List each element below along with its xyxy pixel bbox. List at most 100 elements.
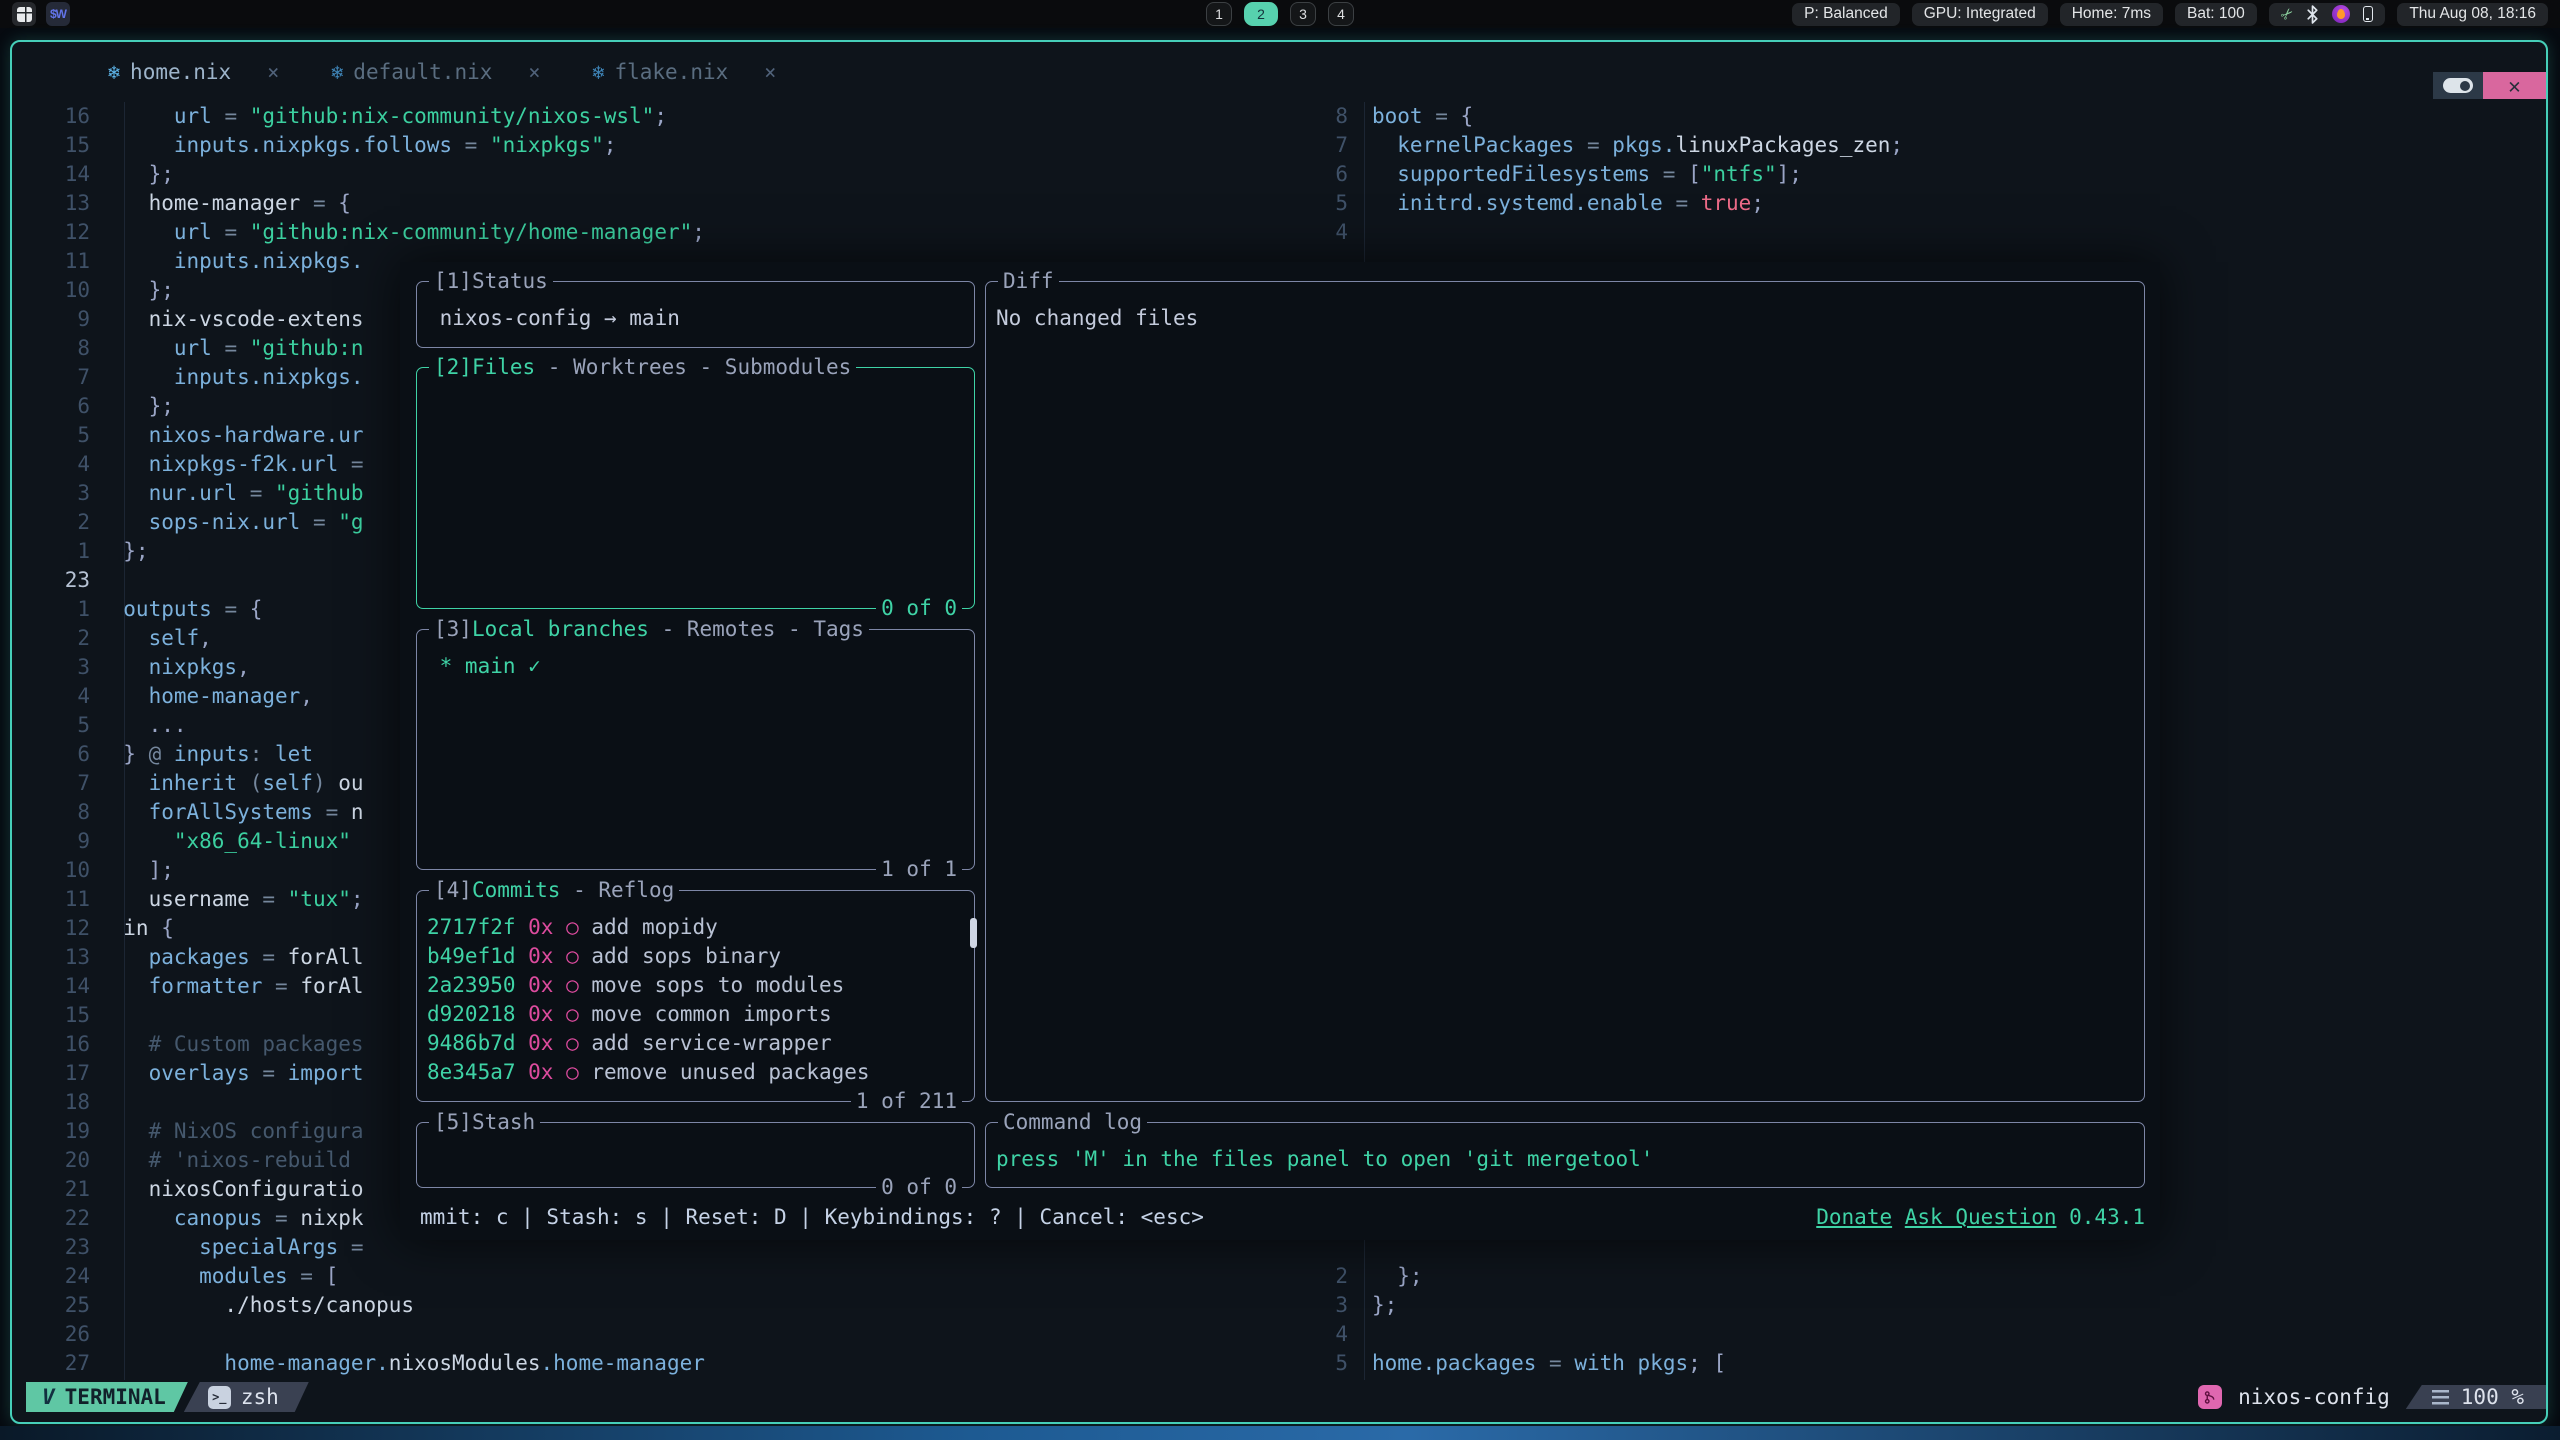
ask-question-link[interactable]: Ask Question — [1905, 1205, 2057, 1229]
code-text: home-manager, — [90, 682, 313, 711]
code-line[interactable]: 5 initrd.systemd.enable = true; — [1312, 189, 2544, 218]
code-line[interactable]: 5home.packages = with pkgs; [ — [1312, 1349, 2544, 1378]
panel-title: [3]Local branches - Remotes - Tags — [429, 615, 869, 644]
code-text: self, — [90, 624, 212, 653]
window-toggle[interactable] — [2433, 72, 2483, 99]
code-text — [1348, 1320, 1372, 1349]
workspace-button-4[interactable]: 4 — [1328, 2, 1354, 26]
line-number: 23 — [12, 566, 90, 595]
launcher-button[interactable] — [12, 2, 36, 26]
line-number: 16 — [12, 1030, 90, 1059]
code-line[interactable]: 15 inputs.nixpkgs.follows = "nixpkgs"; — [12, 131, 1310, 160]
lazygit-diff-panel[interactable]: Diff No changed files — [985, 281, 2145, 1102]
code-line[interactable]: 2 }; — [1312, 1262, 2544, 1291]
code-line[interactable]: 25 ./hosts/canopus — [12, 1291, 1310, 1320]
tab-label: default.nix — [353, 60, 492, 84]
commit-row[interactable]: 8e345a7 0x ○ remove unused packages — [417, 1058, 974, 1087]
line-number: 15 — [12, 1001, 90, 1030]
window-close-button[interactable]: ✕ — [2483, 72, 2546, 99]
tab-default.nix[interactable]: ❄default.nix× — [305, 60, 566, 84]
lazygit-stash-panel[interactable]: [5]Stash 0 of 0 — [416, 1122, 975, 1188]
code-line[interactable]: 6 supportedFilesystems = ["ntfs"]; — [1312, 160, 2544, 189]
code-text: nixos-hardware.ur — [90, 421, 364, 450]
line-number: 6 — [12, 740, 90, 769]
code-text: nix-vscode-extens — [90, 305, 364, 334]
workspace-button-3[interactable]: 3 — [1290, 2, 1316, 26]
code-text: in { — [90, 914, 174, 943]
code-line[interactable]: 26 — [12, 1320, 1310, 1349]
panel-title: [2]Files - Worktrees - Submodules — [429, 353, 856, 382]
status-pill: Home: 7ms — [2060, 3, 2163, 26]
code-text: "x86_64-linux" — [90, 827, 351, 856]
line-number: 17 — [12, 1059, 90, 1088]
code-text: forAllSystems = n — [90, 798, 364, 827]
mode-indicator: V TERMINAL — [26, 1382, 188, 1412]
workspace-button-2[interactable]: 2 — [1244, 2, 1278, 26]
code-text: canopus = nixpk — [90, 1204, 364, 1233]
commit-row[interactable]: 9486b7d 0x ○ add service-wrapper — [417, 1029, 974, 1058]
code-line[interactable]: 12 url = "github:nix-community/home-mana… — [12, 218, 1310, 247]
panel-count: 1 of 211 — [851, 1087, 962, 1116]
line-number: 14 — [12, 160, 90, 189]
logo-text: $W — [50, 7, 66, 21]
code-line[interactable]: 14 }; — [12, 160, 1310, 189]
close-tab-icon[interactable]: × — [267, 60, 279, 84]
code-line[interactable]: 4 — [1312, 218, 2544, 247]
lazygit-branches-panel[interactable]: [3]Local branches - Remotes - Tags * mai… — [416, 629, 975, 870]
line-number: 3 — [12, 479, 90, 508]
line-number: 2 — [12, 508, 90, 537]
code-text: }; — [1348, 1262, 1423, 1291]
commit-row[interactable]: b49ef1d 0x ○ add sops binary — [417, 942, 974, 971]
workspace-switcher: 1234 — [1206, 2, 1354, 26]
close-tab-icon[interactable]: × — [764, 60, 776, 84]
line-number: 8 — [12, 334, 90, 363]
code-text: # NixOS configura — [90, 1117, 364, 1146]
close-tab-icon[interactable]: × — [528, 60, 540, 84]
line-number: 6 — [12, 392, 90, 421]
line-number: 6 — [1312, 160, 1348, 189]
code-line[interactable]: 7 kernelPackages = pkgs.linuxPackages_ze… — [1312, 131, 2544, 160]
line-number: 7 — [12, 363, 90, 392]
code-text: # Custom packages — [90, 1030, 364, 1059]
line-number: 2 — [12, 624, 90, 653]
commit-row[interactable]: 2a23950 0x ○ move sops to modules — [417, 971, 974, 1000]
workspace-button-1[interactable]: 1 — [1206, 2, 1232, 26]
lazygit-commits-panel[interactable]: [4]Commits - Reflog 2717f2f 0x ○ add mop… — [416, 890, 975, 1102]
lazygit-status-panel[interactable]: [1]Status nixos-config → main — [416, 281, 975, 348]
code-line[interactable]: 3}; — [1312, 1291, 2544, 1320]
version-label: 0.43.1 — [2069, 1205, 2145, 1229]
code-text: }; — [1348, 1291, 1397, 1320]
lazygit-files-panel[interactable]: [2]Files - Worktrees - Submodules 0 of 0 — [416, 367, 975, 609]
code-text: ... — [90, 711, 187, 740]
line-number: 7 — [1312, 131, 1348, 160]
donate-link[interactable]: Donate — [1816, 1205, 1892, 1229]
code-text: supportedFilesystems = ["ntfs"]; — [1348, 160, 1802, 189]
commit-row[interactable]: 2717f2f 0x ○ add mopidy — [417, 913, 974, 942]
diff-content: No changed files — [986, 304, 2144, 333]
code-text: outputs = { — [90, 595, 262, 624]
tab-flake.nix[interactable]: ❄flake.nix× — [566, 60, 802, 84]
panel-count: 0 of 0 — [876, 594, 962, 623]
line-number: 27 — [12, 1349, 90, 1378]
lazygit-command-log-panel[interactable]: Command log press 'M' in the files panel… — [985, 1122, 2145, 1188]
line-number: 5 — [12, 421, 90, 450]
code-line[interactable]: 13 home-manager = { — [12, 189, 1310, 218]
branch-item[interactable]: * main ✓ — [417, 652, 974, 681]
panel-title: [1]Status — [429, 267, 553, 296]
command-log-content: press 'M' in the files panel to open 'gi… — [986, 1145, 2144, 1174]
code-line[interactable]: 27 home-manager.nixosModules.home-manage… — [12, 1349, 1310, 1378]
system-tray[interactable]: ✂ — [2269, 3, 2386, 26]
flame-icon — [2332, 5, 2350, 23]
line-number: 26 — [12, 1320, 90, 1349]
code-text: inputs.nixpkgs. — [90, 247, 364, 276]
commits-scrollbar-thumb[interactable] — [970, 918, 977, 948]
code-line[interactable]: 24 modules = [ — [12, 1262, 1310, 1291]
code-line[interactable]: 16 url = "github:nix-community/nixos-wsl… — [12, 102, 1310, 131]
code-text — [90, 566, 98, 595]
code-line[interactable]: 4 — [1312, 1320, 2544, 1349]
commit-row[interactable]: d920218 0x ○ move common imports — [417, 1000, 974, 1029]
tab-home.nix[interactable]: ❄home.nix× — [82, 60, 305, 84]
logo-button[interactable]: $W — [46, 2, 70, 26]
line-number: 15 — [12, 131, 90, 160]
code-line[interactable]: 8boot = { — [1312, 102, 2544, 131]
